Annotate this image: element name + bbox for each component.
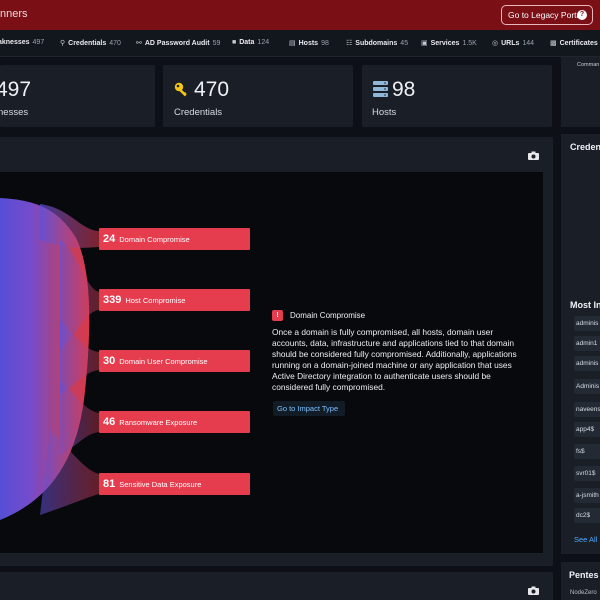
weaknesses-count: 497 (0, 78, 32, 101)
impact-count: 24 (103, 233, 116, 245)
list-item[interactable]: naveens (574, 402, 600, 417)
category-count: 497 (32, 39, 45, 46)
help-icon: ? (577, 10, 587, 20)
category-label: Credentials (68, 40, 107, 47)
legacy-portal-button[interactable]: Go to Legacy Portal ? (501, 5, 593, 25)
weaknesses-card[interactable]: 497 nesses (0, 65, 155, 127)
category-label: Hosts (298, 40, 319, 47)
impact-detail-description: Once a domain is fully compromised, all … (272, 327, 517, 392)
category-label: Data (239, 39, 255, 46)
list-item[interactable]: fs$ (574, 444, 600, 459)
hosts-label: Hosts (372, 107, 397, 118)
server-icon: ▤ (289, 40, 296, 47)
category-data[interactable]: ■ Data 124 (232, 39, 269, 46)
sitemap-icon: ☷ (346, 40, 353, 47)
list-item[interactable]: app4$ (574, 422, 600, 437)
category-count: 144 (522, 40, 535, 47)
category-count: 98 (321, 40, 329, 47)
list-item[interactable]: adminis (574, 356, 600, 371)
weaknesses-label: nesses (0, 107, 29, 118)
key-icon: ⚲ (60, 40, 66, 47)
category-label: AD Password Audit (144, 40, 210, 47)
credentials-label: Credentials (174, 107, 223, 118)
category-count: 59 (212, 40, 221, 47)
list-item[interactable]: Adminis (574, 379, 600, 394)
impact-label: Host Compromise (125, 296, 186, 305)
category-label: aknesses (0, 39, 30, 46)
category-ad-password-audit[interactable]: ⚯ AD Password Audit 59 (136, 39, 220, 47)
category-services[interactable]: ▣ Services 1.5K (421, 39, 477, 47)
impact-label: Ransomware Exposure (119, 418, 198, 427)
category-label: Services (430, 40, 460, 47)
impact-domain-user-compromise[interactable]: 30 Domain User Compromise (99, 350, 250, 372)
impact-detail-title: Domain Compromise (290, 311, 366, 320)
certificate-icon: ▩ (550, 40, 557, 47)
category-urls[interactable]: ◎ URLs 144 (492, 39, 534, 47)
camera-icon[interactable] (528, 151, 539, 160)
category-count: 124 (257, 39, 270, 46)
hosts-card[interactable]: 98 Hosts (362, 65, 552, 127)
command-card: Comman (561, 57, 600, 127)
category-count: 45 (400, 40, 409, 47)
category-hosts[interactable]: ▤ Hosts 98 (289, 39, 329, 47)
impact-label: Sensitive Data Exposure (119, 480, 202, 489)
legacy-portal-label: Go to Legacy Portal (508, 10, 584, 20)
list-item[interactable]: admin1 (574, 336, 600, 351)
impact-domain-compromise[interactable]: 24 Domain Compromise (99, 228, 250, 250)
camera-icon[interactable] (528, 586, 539, 595)
credentials-panel-title: Creden (570, 142, 600, 152)
secondary-panel (0, 572, 553, 600)
list-item[interactable]: dc2$ (574, 508, 600, 523)
top-header: nners Go to Legacy Portal ? (0, 0, 600, 30)
globe-icon: ◎ (492, 40, 499, 47)
category-strip: aknesses 497 ⚲ Credentials 470 ⚯ AD Password… (0, 30, 600, 57)
hosts-count: 98 (392, 78, 416, 101)
category-subdomains[interactable]: ☷ Subdomains 45 (346, 39, 408, 47)
go-to-impact-type-button[interactable]: Go to Impact Type (273, 401, 345, 416)
pentest-subtitle: NodeZero (570, 590, 597, 596)
category-credentials[interactable]: ⚲ Credentials 470 (60, 39, 121, 47)
impact-label: Domain Compromise (119, 235, 190, 244)
see-all-link[interactable]: See All (574, 535, 597, 544)
impact-count: 30 (103, 355, 116, 367)
category-label: URLs (501, 40, 520, 47)
key-icon (174, 82, 187, 97)
impact-ransomware-exposure[interactable]: 46 Ransomware Exposure (99, 411, 250, 433)
category-certificates[interactable]: ▩ Certificates (550, 39, 598, 47)
category-count: 1.5K (462, 40, 477, 47)
category-weaknesses[interactable]: aknesses 497 (0, 39, 44, 46)
credentials-side-panel: Creden Most In adminis admin1 adminis Ad… (561, 134, 600, 554)
list-item[interactable]: adminis (574, 316, 600, 331)
category-label: Subdomains (355, 40, 398, 47)
pentest-card: Pentes NodeZero (561, 562, 600, 600)
pentest-title: Pentes (569, 570, 599, 580)
most-panel-title: Most In (570, 300, 600, 310)
database-icon: ■ (232, 39, 237, 46)
credentials-count: 470 (194, 78, 230, 101)
category-label: Certificates (559, 40, 598, 47)
impact-host-compromise[interactable]: 339 Host Compromise (99, 289, 250, 311)
credentials-card[interactable]: 470 Credentials (163, 65, 353, 127)
impact-count: 81 (103, 478, 116, 490)
command-label: Comman (577, 62, 600, 68)
page-title: nners (0, 8, 28, 20)
list-item[interactable]: a-jsmith (574, 488, 600, 503)
impact-label: Domain User Compromise (119, 357, 208, 366)
service-icon: ▣ (421, 40, 428, 47)
impact-count: 339 (103, 294, 122, 306)
lock-icon: ⚯ (136, 40, 142, 47)
flow-domain-compromise (40, 204, 99, 248)
impact-sensitive-data-exposure[interactable]: 81 Sensitive Data Exposure (99, 473, 250, 495)
list-item[interactable]: svr01$ (574, 466, 600, 481)
category-count: 470 (109, 40, 121, 47)
server-icon (373, 81, 388, 97)
shield-icon: ! (272, 310, 283, 321)
impact-count: 46 (103, 416, 116, 428)
